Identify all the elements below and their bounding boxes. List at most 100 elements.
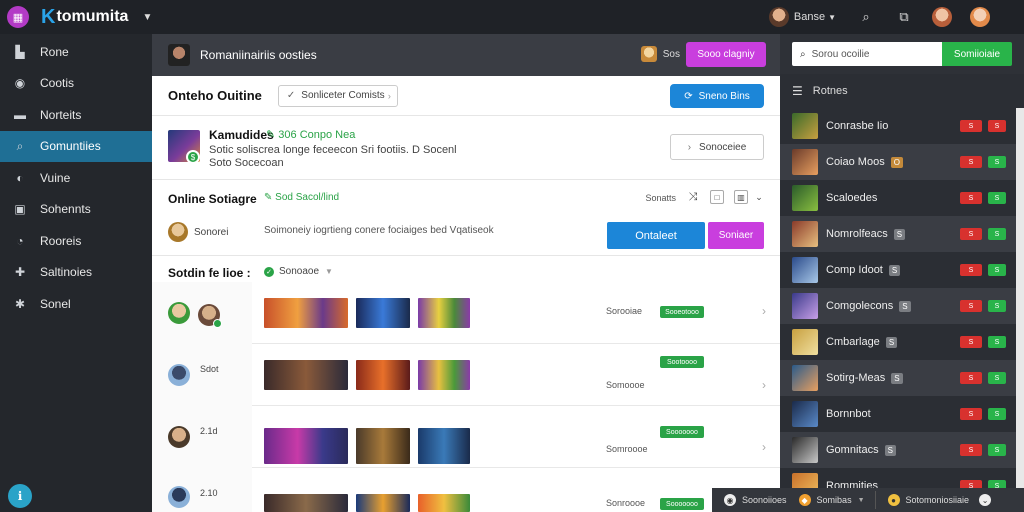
search-button[interactable]: Somiioiaie (942, 42, 1012, 66)
game-art[interactable] (356, 428, 410, 464)
sidebar-item-norteits[interactable]: ▬ Norteits (0, 99, 152, 131)
status-badge: Sooeotooo (660, 306, 704, 318)
list-item[interactable]: Bornnbot S S (780, 396, 1024, 432)
list-item[interactable]: Comp Idoot S S S (780, 252, 1024, 288)
list-item[interactable]: Scaloedes S S (780, 180, 1024, 216)
avatar[interactable] (932, 7, 952, 27)
sidebar-item-saltinoies[interactable]: ✚ Saltinoies (0, 257, 152, 289)
secondary-button[interactable]: › Sonoceiee (670, 134, 764, 160)
row-meta: Somoooe (606, 380, 645, 390)
community-name[interactable]: Kamudides (209, 128, 274, 142)
shuffle-icon[interactable]: ⤨ (686, 190, 700, 204)
check-icon: ✓ (264, 266, 274, 277)
user-menu[interactable]: Banse ▼ (768, 7, 836, 27)
item-name: Conrasbe Iio (826, 120, 889, 132)
globe-icon: ◉ (14, 76, 26, 91)
bottom-item-1[interactable]: ◉ Soonoiioes (724, 494, 787, 506)
game-thumbnail (792, 257, 818, 283)
game-art[interactable] (356, 360, 410, 390)
check-icon: ✓ (286, 90, 296, 101)
status-badge: S (960, 372, 982, 384)
status-badge: S (988, 120, 1006, 132)
game-art[interactable] (264, 428, 348, 464)
row-label: 2.10 (200, 488, 218, 498)
list-item[interactable]: Gomnitacs S S S (780, 432, 1024, 468)
list-item[interactable]: Coiao Moos O S S (780, 144, 1024, 180)
list-item[interactable]: 2.1d Somroooe Sooooooo › (152, 406, 780, 468)
chevron-down-icon[interactable]: ⌄ (752, 190, 766, 204)
sidebar-item-cootis[interactable]: ◉ Cootis (0, 68, 152, 100)
app-icon[interactable]: ▦ (7, 6, 29, 28)
scrollbar[interactable] (1016, 108, 1024, 512)
primary-action-button[interactable]: ⟳ Sneno Bins (670, 84, 764, 108)
sidebar-item-rone[interactable]: ▙ Rone (0, 36, 152, 68)
grid-icon[interactable]: ▥ (734, 190, 748, 204)
sidebar-item-label: Cootis (40, 76, 75, 91)
section-tag: ✎ Sod Sacol/lind (264, 192, 340, 203)
share-icon[interactable]: ⧉ (894, 7, 914, 27)
list-item[interactable]: Sotirg-Meas S S S (780, 360, 1024, 396)
bottom-chevron[interactable]: ⌄ (979, 494, 997, 506)
brand[interactable]: K tomumita (41, 6, 128, 29)
list-item[interactable]: Nomrolfeacs S S S (780, 216, 1024, 252)
game-art[interactable] (356, 298, 410, 328)
status-badge: S (988, 408, 1006, 420)
row-meta: Somroooe (606, 444, 648, 454)
sidebar-item-vuine[interactable]: ◐ Vuine (0, 162, 152, 194)
sidebar-item-gomuntiies[interactable]: ⌕ Gomuntiies (0, 130, 152, 162)
game-art[interactable] (418, 494, 470, 512)
chevron-right-icon[interactable]: › (762, 378, 766, 392)
filter-dropdown[interactable]: ✓ Sonliceter Comists › (277, 84, 398, 107)
bottom-item-2[interactable]: ◆ Somibas ▼ (798, 494, 865, 506)
primary-button[interactable]: Ontaleet (607, 222, 705, 249)
avatar[interactable] (970, 7, 990, 27)
status-badge: S (960, 228, 982, 240)
list-item[interactable]: Cmbarlage S S S (780, 324, 1024, 360)
game-art[interactable] (418, 360, 470, 390)
avatar (168, 222, 188, 242)
chevron-down-icon[interactable]: ▼ (142, 12, 152, 23)
list-item[interactable]: Conrasbe Iio S S (780, 108, 1024, 144)
search-input[interactable]: ⌕ Sorou ocoilie (792, 42, 942, 66)
bottom-item-3[interactable]: ● Sotomoniosiiaie (887, 494, 969, 506)
chevron-right-icon[interactable]: › (762, 304, 766, 318)
right-panel: ⌕ Sorou ocoilie Somiioiaie ☰ Rotnes Conr… (780, 34, 1024, 512)
status-badge: S (960, 408, 982, 420)
bottom-bar: ◉ Soonoiioes ◆ Somibas ▼ ● Sotomoniosiia… (712, 488, 1024, 512)
header-user[interactable]: Sos (640, 46, 680, 62)
item-name: Cmbarlage (826, 336, 880, 348)
button-label: Sneno Bins (698, 90, 750, 102)
list-item[interactable]: 2.10 Sonroooe Sooooooo (152, 468, 780, 512)
list-filter[interactable]: ✓ Sonoaoe ▼ (264, 266, 333, 277)
chevron-right-icon: › (687, 141, 692, 153)
game-art[interactable] (264, 298, 348, 328)
community-tag: ✎ 306 Conpo Nea (266, 129, 356, 141)
game-art[interactable] (418, 298, 470, 328)
community-tag-text: 306 Conpo Nea (278, 129, 356, 141)
game-art[interactable] (356, 494, 410, 512)
menu-icon[interactable]: ☰ (792, 84, 803, 98)
top-bar: ▦ K tomumita ▼ Banse ▼ ⌕ ⧉ (0, 0, 1024, 34)
game-art[interactable] (418, 428, 470, 464)
game-art[interactable] (264, 494, 348, 512)
sidebar-item-sohennts[interactable]: ▣ Sohennts (0, 194, 152, 226)
avatar (198, 304, 222, 328)
community-description-2: Soto Socecoan (209, 157, 284, 169)
list-item[interactable]: Sdot Somoooe Sootoooo › (152, 344, 780, 406)
section-heading: Onteho Ouitine (168, 88, 262, 103)
search-icon[interactable]: ⌕ (856, 7, 876, 27)
box-icon[interactable]: □ (710, 190, 724, 204)
game-thumbnail (792, 437, 818, 463)
header-action-button[interactable]: Sooo clagniy (686, 42, 766, 67)
list-item[interactable]: Sorooiae Sooeotooo › (152, 282, 780, 344)
sidebar-item-sonel[interactable]: ✱ Sonel (0, 288, 152, 320)
info-icon[interactable]: ℹ (8, 484, 32, 508)
list-filter-label: Sonoaoe (279, 266, 320, 277)
secondary-magenta-button[interactable]: Soniaer (708, 222, 764, 249)
list-item[interactable]: Comgolecons S S S (780, 288, 1024, 324)
sidebar-item-rooreis[interactable]: ◔ Rooreis (0, 225, 152, 257)
author-label: Sonorei (194, 227, 229, 238)
chevron-right-icon[interactable]: › (762, 440, 766, 454)
game-art[interactable] (264, 360, 348, 390)
avatar (168, 44, 190, 66)
